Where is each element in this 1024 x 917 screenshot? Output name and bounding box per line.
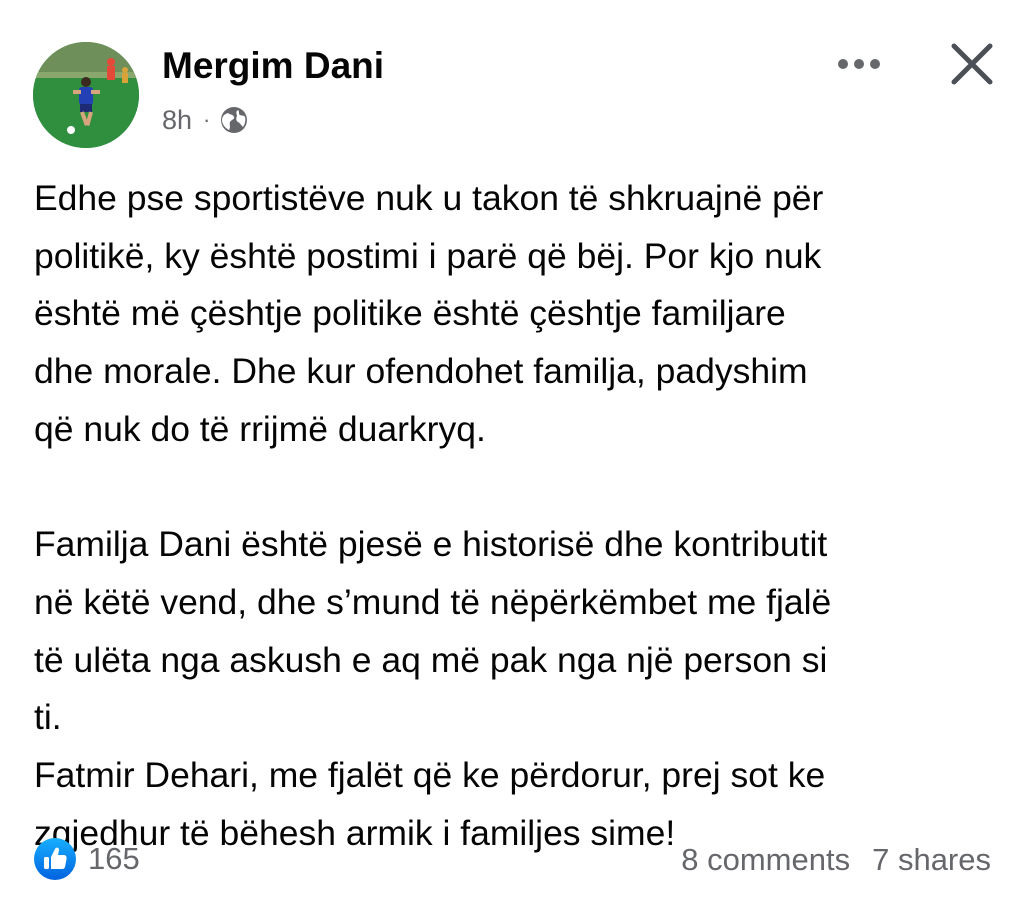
post-line: është më çështje politike është çështje …	[34, 293, 786, 334]
post-line: Edhe pse sportistëve nuk u takon të shkr…	[34, 178, 824, 218]
post-time[interactable]: 8h	[162, 105, 192, 136]
reactions-summary[interactable]: 165	[33, 836, 140, 882]
close-button[interactable]	[944, 36, 1000, 92]
post-line: Fatmir Dehari, me fjalët që ke përdorur,…	[34, 755, 826, 796]
author-name[interactable]: Mergim Dani	[162, 44, 384, 88]
facebook-post: Mergim Dani 8h · Edhe pse sportistëve nu…	[0, 0, 1024, 917]
post-line: ti.	[34, 697, 62, 738]
post-line: politikë, ky është postimi i parë që bëj…	[34, 235, 822, 276]
shares-count-link[interactable]: 7 shares	[872, 842, 991, 878]
post-stats: 8 comments 7 shares	[681, 838, 991, 882]
post-line: që nuk do të rrijmë duarkryq.	[34, 408, 486, 449]
like-icon	[34, 838, 76, 880]
more-options-icon	[838, 59, 880, 69]
close-icon	[951, 43, 993, 85]
post-line: Familja Dani është pjesë e historisë dhe…	[34, 524, 828, 565]
more-options-button[interactable]	[829, 44, 889, 84]
post-line-blank	[34, 459, 1004, 517]
post-line: dhe morale. Dhe kur ofendohet familja, p…	[34, 351, 808, 392]
post-meta: 8h ·	[162, 102, 249, 138]
meta-separator: ·	[203, 107, 211, 132]
post-line: në këtë vend, dhe s’mund të nëpërkëmbet …	[34, 581, 832, 622]
globe-icon[interactable]	[219, 105, 249, 135]
post-text: Edhe pse sportistëve nuk u takon të shkr…	[34, 170, 1004, 862]
comments-count-link[interactable]: 8 comments	[681, 842, 850, 878]
reaction-count: 165	[88, 841, 140, 876]
avatar[interactable]	[33, 42, 139, 148]
avatar-image	[33, 42, 139, 148]
post-line: të ulëta nga askush e aq më pak nga një …	[34, 639, 828, 680]
